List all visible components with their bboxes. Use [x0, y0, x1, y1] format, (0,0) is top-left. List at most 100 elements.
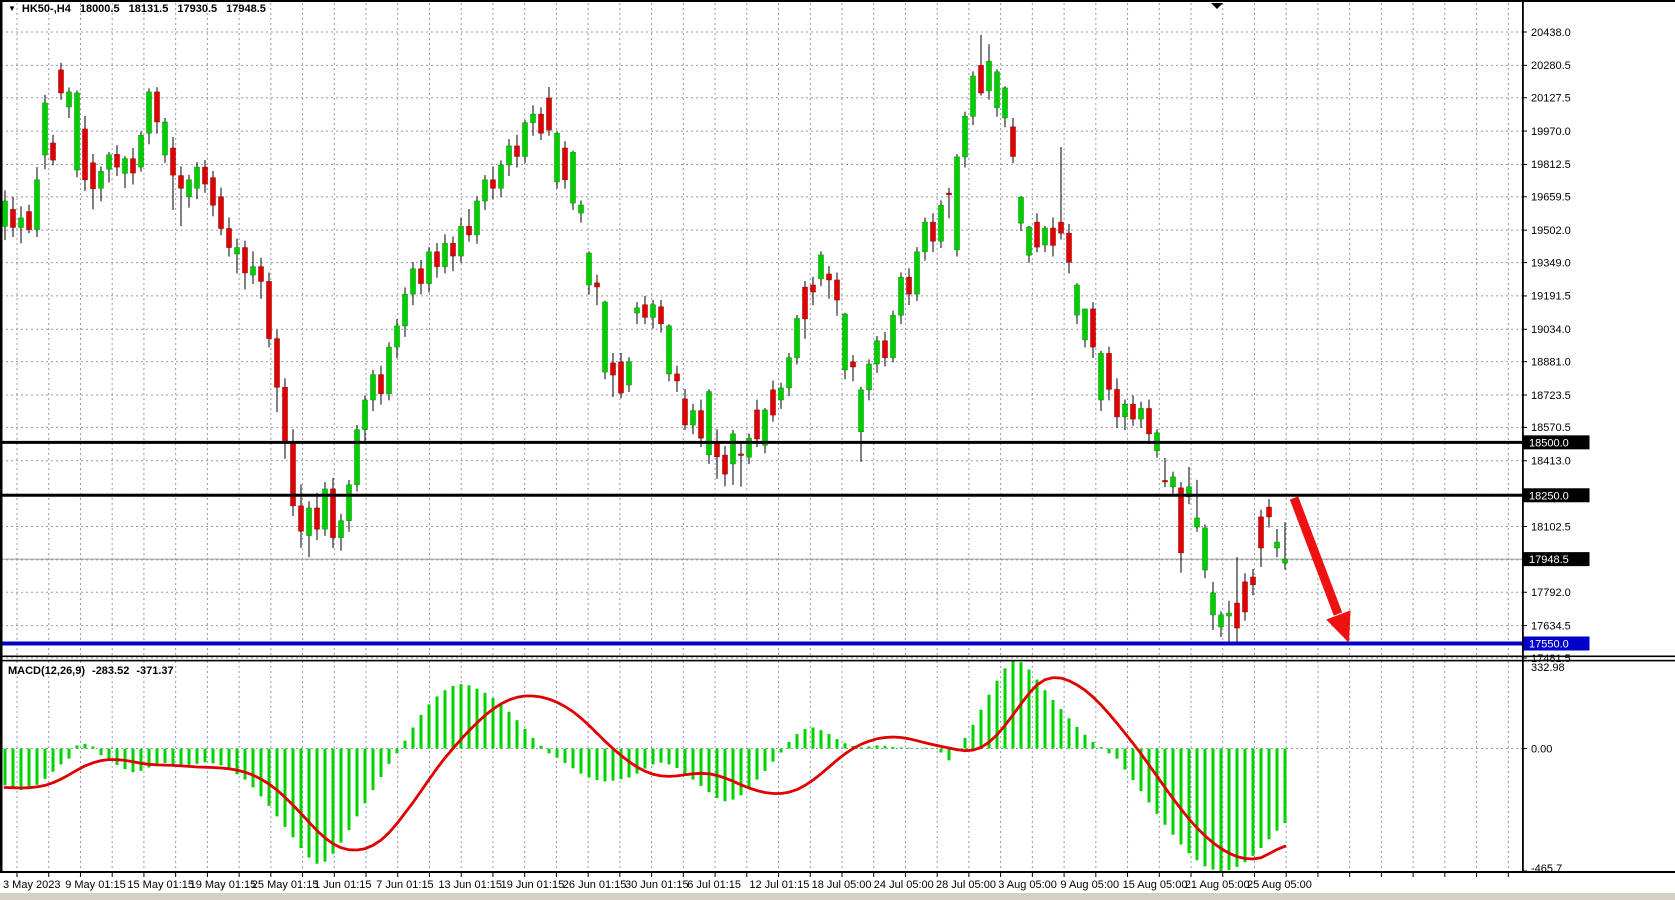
candle-body — [459, 226, 464, 256]
candle-body — [763, 410, 768, 445]
candle-body — [915, 252, 920, 294]
candle-body — [1211, 593, 1216, 615]
candle-body — [59, 70, 64, 93]
horizontal-lines-layer[interactable] — [1, 442, 1522, 643]
candle-body — [931, 222, 936, 241]
candle-body — [699, 411, 704, 439]
candle-body — [971, 76, 976, 116]
low-value: 17930.5 — [177, 3, 217, 15]
candle-body — [131, 159, 136, 173]
price-tick-label: 19659.5 — [1531, 192, 1571, 204]
candle-body — [1251, 577, 1256, 585]
candle-body — [667, 326, 672, 374]
symbol-period-label: HK50-,H4 — [22, 3, 71, 15]
price-tick-label: 19191.5 — [1531, 291, 1571, 303]
candle-body — [411, 269, 416, 294]
price-tick-label: 18413.0 — [1531, 456, 1571, 468]
macd-main-value: -283.52 — [92, 665, 129, 677]
candle-body — [115, 154, 120, 167]
candle-body — [507, 146, 512, 165]
candle-body — [683, 399, 688, 425]
price-tick-label: 19970.0 — [1531, 126, 1571, 138]
price-tick-label: 20280.5 — [1531, 60, 1571, 72]
candle-body — [243, 248, 248, 273]
candle-body — [259, 267, 264, 282]
chart-canvas[interactable]: 20438.020280.520127.519970.019812.519659… — [0, 0, 1675, 900]
candle-body — [363, 400, 368, 430]
candle-body — [739, 454, 744, 455]
candle-body — [187, 180, 192, 197]
candle-body — [635, 308, 640, 313]
candle-body — [659, 307, 664, 324]
candle-body — [947, 193, 952, 194]
candle-body — [851, 362, 856, 367]
candle-body — [1123, 404, 1128, 417]
candle-body — [491, 180, 496, 188]
candle-body — [467, 226, 472, 234]
candle-body — [731, 434, 736, 464]
candle-body — [523, 123, 528, 157]
candle-body — [299, 506, 304, 531]
price-tick-label: 18570.5 — [1531, 422, 1571, 434]
candle-body — [691, 411, 696, 425]
candle-body — [611, 363, 616, 375]
candle-body — [1275, 542, 1280, 548]
candle-body — [963, 116, 968, 157]
candle-body — [1283, 559, 1288, 563]
candle-body — [51, 143, 56, 160]
symbol-marker-icon: ▼ — [8, 4, 16, 13]
candle-body — [651, 305, 656, 318]
candle-body — [227, 228, 232, 247]
candle-body — [267, 281, 272, 338]
candle-body — [595, 283, 600, 287]
time-tick-label: 9 May 01:15 — [65, 879, 126, 891]
candle-body — [1091, 309, 1096, 347]
macd-tick-label: 332.98 — [1531, 662, 1565, 674]
candle-body — [427, 252, 432, 284]
grid-layer — [1, 3, 1522, 871]
candle-body — [803, 287, 808, 319]
macd-indicator-label: MACD(12,26,9)-283.52-371.37 — [8, 665, 174, 677]
candle-body — [531, 114, 536, 122]
time-tick-label: 15 Aug 05:00 — [1123, 879, 1188, 891]
candle-body — [83, 129, 88, 180]
macd-name: MACD(12,26,9) — [8, 665, 85, 677]
candle-body — [1259, 517, 1264, 548]
candle-body — [1011, 127, 1016, 157]
window-edge-strip — [0, 893, 1675, 900]
candle-body — [883, 341, 888, 358]
candle-body — [899, 277, 904, 315]
price-line-label: 18250.0 — [1529, 490, 1569, 502]
candle-body — [99, 171, 104, 188]
macd-tick-label: -465.7 — [1531, 863, 1562, 875]
price-tick-label: 17792.0 — [1531, 587, 1571, 599]
candle-body — [371, 375, 376, 400]
macd-tick-label: 0.00 — [1531, 743, 1552, 755]
time-tick-label: 26 Jun 01:15 — [563, 879, 627, 891]
candle-body — [179, 176, 184, 189]
candle-body — [619, 362, 624, 393]
candle-body — [67, 92, 72, 107]
candle-body — [779, 388, 784, 400]
time-tick-label: 21 Aug 05:00 — [1185, 879, 1250, 891]
candle-body — [1059, 222, 1064, 233]
candle-body — [155, 92, 160, 122]
down-arrow-annotation[interactable] — [1294, 498, 1351, 643]
price-tick-label: 18102.5 — [1531, 521, 1571, 533]
candle-body — [123, 159, 128, 174]
candle-body — [579, 205, 584, 213]
candle-body — [275, 339, 280, 388]
time-tick-label: 1 Jun 01:15 — [314, 879, 372, 891]
price-axis: 20438.020280.520127.519970.019812.519659… — [1522, 27, 1590, 665]
candle-body — [987, 61, 992, 91]
candle-body — [387, 347, 392, 394]
candle-body — [811, 285, 816, 292]
candle-body — [107, 155, 112, 169]
time-tick-label: 25 May 01:15 — [252, 879, 319, 891]
candle-body — [867, 364, 872, 390]
candle-body — [1195, 518, 1200, 527]
price-tick-label: 19034.0 — [1531, 324, 1571, 336]
candle-body — [515, 146, 520, 157]
candle-body — [211, 178, 216, 206]
candle-body — [499, 165, 504, 188]
